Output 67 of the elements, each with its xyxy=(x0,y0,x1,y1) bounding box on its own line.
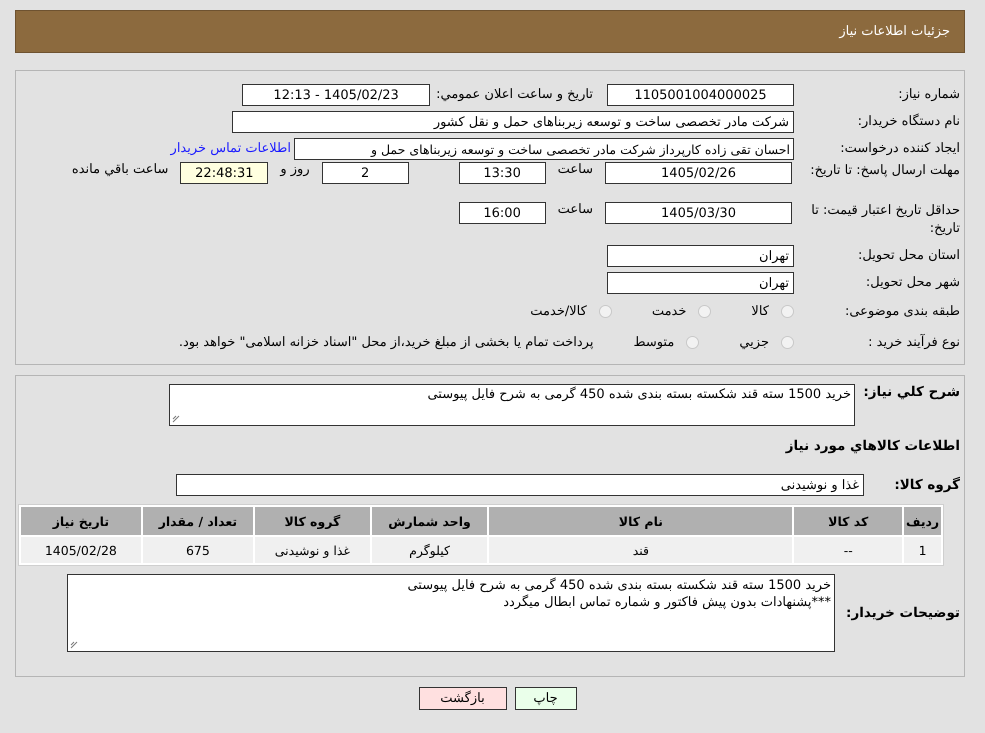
summary-text: خرید 1500 سته قند شکسته بسته بندی شده 450 گرمی به شرح فایل پیوستی xyxy=(427,387,851,402)
city-field[interactable]: تهران xyxy=(607,272,794,294)
resize-grip-icon[interactable] xyxy=(172,415,180,423)
need-number-field[interactable]: 1105001004000025 xyxy=(607,84,794,106)
remaining-label: ساعت باقي مانده xyxy=(72,162,168,177)
time-label: ساعت xyxy=(558,162,593,177)
field-label: ایجاد کننده درخواست: xyxy=(839,141,961,156)
column-header: واحد شمارش xyxy=(372,507,488,535)
table-cell: قند xyxy=(489,537,792,563)
time-field[interactable]: 13:30 xyxy=(458,162,546,184)
radio-option[interactable]: متوسط xyxy=(633,335,700,350)
radio-option[interactable]: کالا xyxy=(751,304,794,319)
field-label: استان محل تحویل: xyxy=(857,248,961,263)
radio-icon[interactable] xyxy=(781,336,794,349)
radio-option[interactable]: خدمت xyxy=(652,304,712,319)
time-field[interactable]: 16:00 xyxy=(458,202,546,224)
date-field[interactable]: 1405/02/26 xyxy=(605,162,792,184)
table-cell: 1405/02/28 xyxy=(21,537,141,563)
field-label: تاريخ و ساعت اعلان عمومي: xyxy=(436,87,593,102)
field-label: طبقه بندی موضوعی: xyxy=(844,304,961,319)
field-label: شرح کلي نیاز: xyxy=(862,384,961,400)
field-label: نوع فرآیند خرید : xyxy=(867,335,961,350)
radio-icon[interactable] xyxy=(698,305,712,318)
radio-icon[interactable] xyxy=(781,305,794,318)
notes-line: خرید 1500 سته قند شکسته بسته بندی شده 450 گرمی به شرح فایل پیوستی xyxy=(406,577,831,594)
page-title: جزئیات اطلاعات نیاز xyxy=(839,24,950,39)
column-header: کد کالا xyxy=(794,507,902,535)
back-button[interactable]: بازگشت xyxy=(418,687,506,710)
column-header: ردیف xyxy=(904,507,941,535)
table-cell: 675 xyxy=(142,537,254,563)
resize-grip-icon[interactable] xyxy=(70,641,78,649)
creator-field[interactable]: احسان تقی زاده کارپرداز شرکت مادر تخصصی ساخت و توسعه زیربناهای حمل و xyxy=(294,138,794,160)
column-header: تعداد / مقدار xyxy=(142,507,254,535)
buyer-field[interactable]: شرکت مادر تخصصی ساخت و توسعه زیربناهای حمل و نقل کشور xyxy=(232,110,794,132)
field-label: شماره نیاز: xyxy=(897,87,961,102)
days-field[interactable]: 2 xyxy=(322,162,409,184)
radio-icon[interactable] xyxy=(598,305,612,318)
announce-date-field[interactable]: 1405/02/23 - 12:13 xyxy=(242,84,430,106)
table-cell: غذا و نوشیدنی xyxy=(255,537,370,563)
remaining-time-field[interactable]: 22:48:31 xyxy=(180,162,268,184)
field-label: حداقل تاریخ اعتبار قیمت: تا تاریخ: xyxy=(810,202,961,238)
column-header: گروه کالا xyxy=(255,507,370,535)
field-label: مهلت ارسال پاسخ: تا تاریخ: xyxy=(809,162,961,180)
column-header: تاریخ نیاز xyxy=(21,507,141,535)
radio-icon[interactable] xyxy=(686,336,700,349)
days-label: روز و xyxy=(280,162,310,177)
contact-link[interactable]: اطلاعات تماس خريدار xyxy=(170,141,291,156)
summary-textarea[interactable]: خرید 1500 سته قند شکسته بسته بندی شده 450 گرمی به شرح فایل پیوستی xyxy=(169,384,855,426)
notes-textarea[interactable]: خرید 1500 سته قند شکسته بسته بندی شده 450 گرمی به شرح فایل پیوستی ***پشنهادات بدون پیش فاکتور و شماره تماس ابطال میگردد xyxy=(67,574,835,652)
notes-line: ***پشنهادات بدون پیش فاکتور و شماره تماس ابطال میگردد xyxy=(502,594,831,611)
column-header: نام کالا xyxy=(489,507,792,535)
time-label: ساعت xyxy=(558,202,593,217)
payment-note: پرداخت تمام یا بخشی از مبلغ خرید،از محل "اسناد خزانه اسلامی" خواهد بود. xyxy=(178,335,594,350)
radio-option[interactable]: کالا/خدمت xyxy=(530,304,612,319)
field-label: گروه کالا: xyxy=(893,477,961,493)
table-cell: 1 xyxy=(904,537,941,563)
print-button[interactable]: چاپ xyxy=(514,687,576,710)
section-title: اطلاعات کالاهاي مورد نیاز xyxy=(784,437,961,456)
table-cell: کیلوگرم xyxy=(372,537,488,563)
field-label: نام دستگاه خریدار: xyxy=(856,114,961,129)
radio-option[interactable]: جزيي xyxy=(739,335,794,350)
field-label: شهر محل تحویل: xyxy=(864,275,961,290)
province-field[interactable]: تهران xyxy=(607,244,794,266)
date-field[interactable]: 1405/03/30 xyxy=(605,202,792,224)
field-label: توضیحات خریدار: xyxy=(845,605,961,621)
goods-group-field[interactable]: غذا و نوشیدنی xyxy=(176,474,864,496)
table-cell: -- xyxy=(794,537,902,563)
